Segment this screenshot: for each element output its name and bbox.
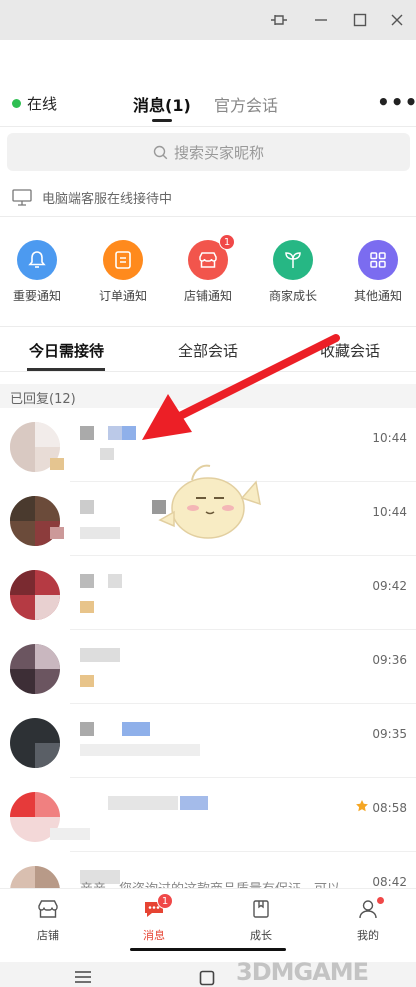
divider bbox=[70, 851, 416, 852]
notif-important[interactable]: 重要通知 bbox=[0, 240, 77, 304]
chat-preview-pixelated bbox=[50, 818, 210, 840]
nav-label: 店铺 bbox=[37, 929, 59, 942]
chat-time: 10:44 bbox=[372, 505, 407, 519]
order-icon bbox=[103, 240, 143, 280]
divider bbox=[0, 326, 416, 327]
notif-growth[interactable]: 商家成长 bbox=[253, 240, 333, 304]
maximize-icon[interactable] bbox=[349, 9, 371, 31]
close-icon[interactable] bbox=[386, 9, 408, 31]
notif-store[interactable]: 1 店铺通知 bbox=[168, 234, 248, 304]
pin-icon[interactable] bbox=[268, 9, 290, 31]
store-icon: 1 bbox=[188, 234, 235, 280]
notif-label: 商家成长 bbox=[268, 289, 317, 303]
menu-icon[interactable] bbox=[74, 970, 92, 984]
divider bbox=[70, 555, 416, 556]
person-icon bbox=[359, 900, 377, 919]
minimize-icon[interactable] bbox=[310, 9, 332, 31]
message-badge: 1 bbox=[157, 893, 173, 909]
home-indicator bbox=[130, 948, 286, 951]
avatar bbox=[10, 718, 60, 768]
home-icon[interactable] bbox=[199, 970, 215, 986]
avatar bbox=[10, 644, 60, 694]
window-titlebar bbox=[0, 0, 416, 40]
search-input[interactable]: 搜索买家昵称 bbox=[7, 133, 410, 171]
grid-icon bbox=[358, 240, 398, 280]
chat-preview-pixelated bbox=[80, 596, 210, 613]
chat-row[interactable]: 08:58 bbox=[0, 780, 416, 852]
divider bbox=[0, 216, 416, 217]
more-button[interactable]: ••• bbox=[377, 90, 416, 114]
chat-row[interactable]: 09:36 bbox=[0, 632, 416, 704]
chat-row[interactable]: 09:35 bbox=[0, 706, 416, 778]
site-watermark: 3DMGAME bbox=[236, 958, 369, 986]
monitor-icon bbox=[12, 189, 32, 206]
bell-icon bbox=[17, 240, 57, 280]
chat-name-pixelated bbox=[80, 574, 200, 588]
notif-label: 店铺通知 bbox=[183, 289, 232, 303]
notif-other[interactable]: 其他通知 bbox=[338, 240, 416, 304]
search-icon bbox=[153, 145, 168, 159]
chat-name-pixelated bbox=[80, 426, 200, 440]
notification-dot bbox=[377, 897, 384, 904]
divider bbox=[70, 777, 416, 778]
nav-label: 成长 bbox=[250, 929, 272, 942]
tab-today[interactable]: 今日需接待 bbox=[29, 340, 104, 361]
sprout-icon bbox=[273, 240, 313, 280]
tab-all-chats[interactable]: 全部会话 bbox=[178, 340, 238, 361]
chat-time: 09:36 bbox=[372, 653, 407, 667]
chat-time: 09:42 bbox=[372, 579, 407, 593]
nav-growth[interactable]: 成长 bbox=[231, 899, 291, 943]
chat-name-pixelated bbox=[80, 648, 200, 662]
tab-favorites[interactable]: 收藏会话 bbox=[320, 340, 380, 361]
store-icon bbox=[38, 900, 58, 918]
divider bbox=[70, 629, 416, 630]
tab-messages[interactable]: 消息(1) bbox=[133, 92, 191, 116]
divider bbox=[0, 371, 416, 372]
nav-label: 我的 bbox=[357, 929, 379, 942]
nav-messages[interactable]: 1 消息 bbox=[124, 893, 184, 943]
pc-online-banner: 电脑端客服在线接待中 bbox=[12, 188, 172, 207]
chat-preview-pixelated bbox=[80, 744, 210, 756]
bottom-navigation: 店铺 1 消息 成长 我的 bbox=[0, 888, 416, 950]
chat-time: 10:44 bbox=[372, 431, 407, 445]
replied-section-label: 已回复(12) bbox=[10, 392, 76, 407]
chat-name-pixelated bbox=[80, 722, 200, 736]
pc-banner-text: 电脑端客服在线接待中 bbox=[42, 192, 173, 207]
notification-badge: 1 bbox=[219, 234, 235, 250]
chat-preview-pixelated bbox=[80, 670, 210, 687]
tab-messages-underline bbox=[152, 119, 172, 122]
nav-label: 消息 bbox=[143, 929, 165, 942]
search-placeholder: 搜索买家昵称 bbox=[173, 143, 264, 162]
divider bbox=[70, 703, 416, 704]
online-status[interactable]: 在线 bbox=[12, 93, 57, 114]
chat-time: 09:35 bbox=[372, 727, 407, 741]
notif-label: 其他通知 bbox=[353, 289, 402, 303]
notification-shortcuts: 重要通知 订单通知 1 店铺通知 商家成长 其他通知 bbox=[0, 234, 416, 310]
notif-label: 重要通知 bbox=[12, 289, 61, 303]
notif-label: 订单通知 bbox=[98, 289, 147, 303]
chat-row[interactable]: 09:42 bbox=[0, 558, 416, 630]
tab-official-chats[interactable]: 官方会话 bbox=[214, 92, 278, 116]
status-label: 在线 bbox=[27, 95, 58, 113]
status-dot bbox=[12, 99, 21, 108]
nav-store[interactable]: 店铺 bbox=[18, 899, 78, 943]
avatar bbox=[10, 570, 60, 620]
notif-orders[interactable]: 订单通知 bbox=[83, 240, 163, 304]
chat-name-pixelated bbox=[80, 796, 208, 810]
chat-time: 08:58 bbox=[372, 801, 407, 815]
star-icon[interactable] bbox=[355, 799, 369, 813]
nav-me[interactable]: 我的 bbox=[338, 897, 398, 943]
divider bbox=[0, 126, 416, 127]
mascot-watermark-image bbox=[158, 464, 261, 539]
growth-icon bbox=[253, 900, 269, 918]
